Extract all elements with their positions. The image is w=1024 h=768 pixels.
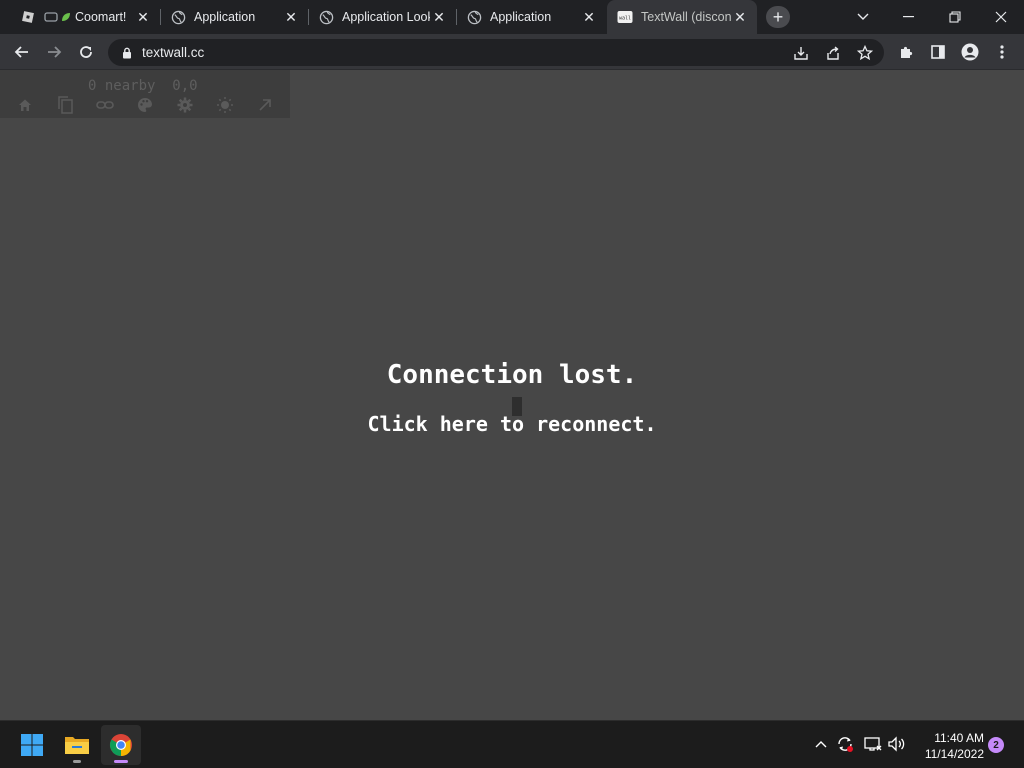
tab-strip: Coomart! ✕ Application ✕ Application Loo…: [0, 0, 1024, 34]
connection-lost-title: Connection lost.: [386, 360, 638, 390]
arrow-left-icon: [14, 46, 28, 58]
sync-alert-icon[interactable]: [834, 733, 856, 755]
brightness-icon[interactable]: [215, 95, 235, 115]
address-bar[interactable]: textwall.cc: [108, 39, 884, 66]
teleport-arrow-icon[interactable]: [255, 95, 275, 115]
clock-time: 11:40 AM: [934, 731, 984, 745]
copy-icon[interactable]: [55, 95, 75, 115]
puzzle-icon: [901, 46, 913, 58]
side-panel-icon: [931, 45, 945, 59]
chrome-icon: [110, 734, 132, 756]
install-app-icon[interactable]: [792, 44, 810, 62]
tab-application-look[interactable]: Application Look ✕: [308, 0, 457, 34]
restore-button[interactable]: [932, 0, 978, 34]
globe-icon: [466, 9, 482, 25]
textwall-icon: wall: [617, 9, 633, 25]
close-window-button[interactable]: [978, 0, 1024, 34]
notification-badge[interactable]: 2: [988, 737, 1004, 753]
taskbar: 11:40 AM 11/14/2022 2: [0, 720, 1024, 768]
extensions-button[interactable]: [892, 38, 920, 66]
bookmark-star-icon[interactable]: [856, 44, 874, 62]
tab-search-button[interactable]: [840, 0, 886, 34]
tab-application-1[interactable]: Application ✕: [160, 0, 309, 34]
chevron-up-icon[interactable]: [810, 733, 832, 755]
kebab-menu-icon: [1000, 45, 1004, 59]
chrome-button[interactable]: [101, 725, 141, 765]
avatar-icon: [961, 43, 979, 61]
windows-start-icon: [21, 734, 43, 756]
svg-text:wall: wall: [619, 16, 631, 22]
tab-close-icon[interactable]: ✕: [580, 8, 598, 26]
browser-toolbar: textwall.cc: [0, 34, 1024, 70]
forward-button[interactable]: [40, 38, 68, 66]
hud-stats: 0 nearby 0,0: [88, 78, 198, 94]
menu-button[interactable]: [988, 38, 1016, 66]
tab-close-icon[interactable]: ✕: [430, 8, 448, 26]
running-indicator: [73, 760, 81, 763]
palette-icon[interactable]: [135, 95, 155, 115]
tab-close-icon[interactable]: ✕: [731, 8, 749, 26]
tab-title: Coomart!: [75, 10, 127, 24]
gamepad-icon: [44, 9, 58, 25]
restore-icon: [949, 11, 961, 23]
tab-textwall[interactable]: wall TextWall (disconnected) ✕: [607, 0, 757, 34]
close-icon: [995, 11, 1007, 23]
tab-close-icon[interactable]: ✕: [134, 8, 152, 26]
side-panel-button[interactable]: [924, 38, 952, 66]
share-icon[interactable]: [824, 44, 842, 62]
lock-icon[interactable]: [120, 46, 134, 60]
roblox-icon: [20, 9, 36, 25]
back-button[interactable]: [8, 38, 36, 66]
home-icon[interactable]: [15, 95, 35, 115]
minimize-button[interactable]: [886, 0, 932, 34]
tab-title: Application: [194, 10, 256, 24]
file-explorer-icon: [65, 737, 89, 754]
link-icon[interactable]: [95, 95, 115, 115]
reload-icon: [80, 46, 92, 58]
address-url[interactable]: textwall.cc: [142, 45, 204, 60]
tab-title: TextWall (disconnected): [641, 10, 731, 24]
clock[interactable]: 11:40 AM 11/14/2022: [912, 730, 984, 762]
globe-icon: [318, 9, 334, 25]
arrow-right-icon: [48, 46, 62, 58]
tab-application-2[interactable]: Application ✕: [456, 0, 606, 34]
network-icon[interactable]: [862, 733, 884, 755]
tab-title: Application Look: [342, 10, 430, 24]
tab-title: Application: [490, 10, 552, 24]
new-tab-button[interactable]: +: [766, 6, 790, 28]
leaf-icon: [60, 9, 72, 25]
running-indicator: [114, 760, 128, 763]
hud-toolbar: 0 nearby 0,0: [0, 70, 290, 118]
reload-button[interactable]: [72, 38, 100, 66]
start-button[interactable]: [12, 725, 52, 765]
reconnect-link[interactable]: Click here to reconnect.: [0, 412, 1024, 436]
volume-icon[interactable]: [886, 733, 908, 755]
minimize-icon: [903, 16, 914, 18]
globe-icon: [170, 9, 186, 25]
tab-close-icon[interactable]: ✕: [282, 8, 300, 26]
clock-date: 11/14/2022: [924, 747, 984, 761]
textwall-page[interactable]: 0 nearby 0,0 Connection lost. Click here…: [0, 70, 1024, 720]
file-explorer-button[interactable]: [57, 725, 97, 765]
profile-button[interactable]: [956, 38, 984, 66]
settings-icon[interactable]: [175, 95, 195, 115]
chevron-down-icon: [857, 13, 869, 20]
tab-coomart[interactable]: Coomart! ✕: [10, 0, 161, 34]
